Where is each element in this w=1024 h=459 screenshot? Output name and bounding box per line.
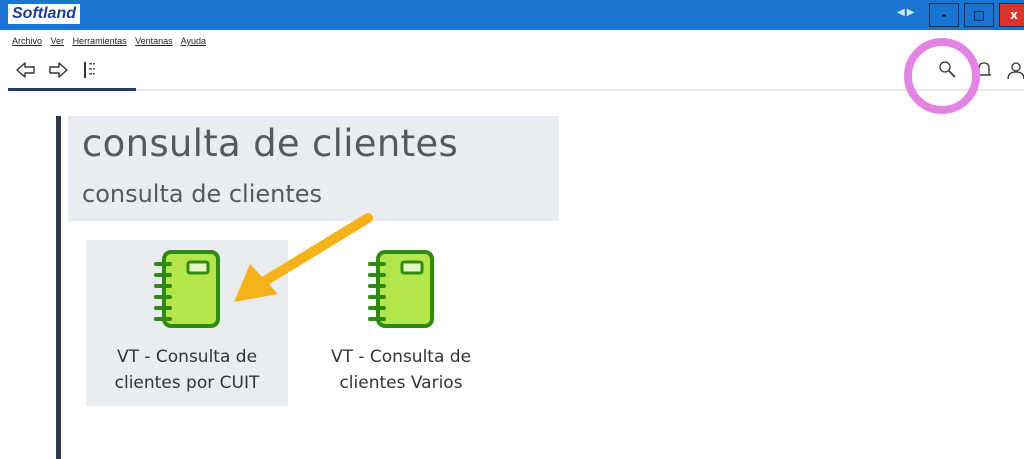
tree-list-icon[interactable] (80, 58, 104, 82)
menu-ventanas[interactable]: Ventanas (135, 36, 173, 46)
minimize-button[interactable]: - (929, 3, 959, 27)
arrow-right-icon[interactable] (46, 58, 70, 82)
toolbar-divider (136, 89, 1024, 91)
menu-bar: Archivo Ver Herramientas Ventanas Ayuda (12, 36, 212, 46)
menu-item-label: VT - Consulta de clientes por CUIT (114, 347, 260, 393)
user-icon[interactable] (1004, 58, 1024, 82)
toolbar (0, 54, 1024, 92)
page-subtitle: consulta de clientes (82, 180, 323, 208)
content-accent-bar (56, 116, 61, 459)
notebook-icon (154, 250, 220, 328)
softland-logo: Softland (8, 4, 80, 24)
menu-ver[interactable]: Ver (51, 36, 65, 46)
menu-herramientas[interactable]: Herramientas (73, 36, 127, 46)
active-tab-indicator (8, 88, 136, 91)
menu-ayuda[interactable]: Ayuda (181, 36, 206, 46)
maximize-button[interactable]: □ (964, 3, 994, 27)
highlight-circle-annotation (904, 38, 980, 114)
arrow-left-icon[interactable] (14, 58, 38, 82)
page-title: consulta de clientes (82, 122, 459, 165)
menu-item-label: VT - Consulta de clientes Varios (330, 347, 472, 393)
close-button[interactable]: x (999, 3, 1024, 27)
panel-toggle-icon[interactable]: ◀▶ (897, 7, 916, 18)
title-bar: Softland ◀▶ - □ x (0, 0, 1024, 30)
arrow-annotation (234, 213, 373, 302)
menu-archivo[interactable]: Archivo (12, 36, 42, 46)
